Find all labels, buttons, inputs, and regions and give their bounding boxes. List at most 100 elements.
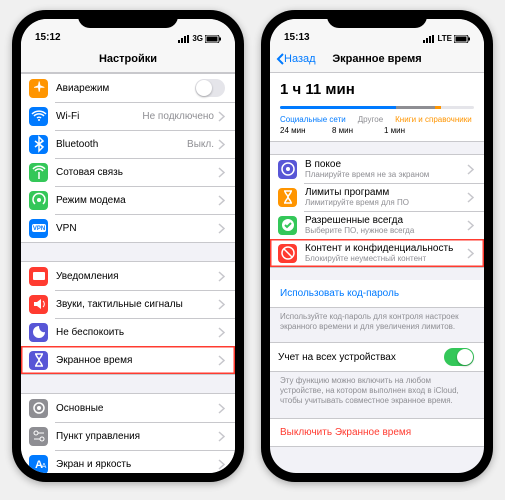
row-value: Не подключено bbox=[142, 111, 214, 122]
signal-icon bbox=[178, 35, 190, 43]
back-button[interactable]: Назад bbox=[276, 53, 316, 65]
use-passcode-link[interactable]: Использовать код-пароль bbox=[270, 280, 484, 308]
chevron-right-icon bbox=[467, 192, 474, 203]
status-time: 15:12 bbox=[35, 32, 61, 43]
row-subtitle: Блокируйте неуместный контент bbox=[305, 254, 467, 263]
share-across-devices-row[interactable]: Учет на всех устройствах bbox=[270, 343, 484, 371]
settings-row[interactable]: Разрешенные всегдаВыберите ПО, нужное вс… bbox=[270, 211, 484, 239]
settings-row[interactable]: Не беспокоить bbox=[21, 318, 235, 346]
row-title: В покое bbox=[305, 159, 467, 170]
passcode-hint: Используйте код-пароль для контроля наст… bbox=[270, 308, 484, 338]
settings-group: Уведомления Звуки, тактильные сигналы Не… bbox=[21, 261, 235, 375]
settings-row[interactable]: Основные bbox=[21, 394, 235, 422]
row-title: Экранное время bbox=[56, 355, 218, 366]
chevron-right-icon bbox=[218, 271, 225, 282]
svg-text:A: A bbox=[41, 463, 46, 470]
nav-header: Назад Экранное время bbox=[270, 45, 484, 73]
share-toggle[interactable] bbox=[444, 348, 474, 366]
legend-label: Другое bbox=[358, 115, 383, 124]
status-right: 3G bbox=[178, 34, 221, 43]
airplane-icon bbox=[29, 79, 48, 98]
settings-row[interactable]: В покоеПланируйте время не за экраном bbox=[270, 155, 484, 183]
status-time: 15:13 bbox=[284, 32, 310, 43]
row-subtitle: Лимитируйте время для ПО bbox=[305, 198, 467, 207]
status-net: LTE bbox=[437, 34, 452, 43]
row-subtitle: Выберите ПО, нужное всегда bbox=[305, 226, 467, 235]
usage-segment bbox=[396, 106, 435, 109]
chevron-right-icon bbox=[467, 164, 474, 175]
row-title: Разрешенные всегда bbox=[305, 215, 467, 226]
nav-header: Настройки bbox=[21, 45, 235, 73]
row-title: Авиарежим bbox=[56, 83, 195, 94]
settings-row[interactable]: Wi-Fi Не подключено bbox=[21, 102, 235, 130]
row-title: Уведомления bbox=[56, 271, 218, 282]
chevron-right-icon bbox=[467, 220, 474, 231]
wifi-icon bbox=[29, 107, 48, 126]
svg-text:VPN: VPN bbox=[32, 226, 44, 232]
settings-row[interactable]: Режим модема bbox=[21, 186, 235, 214]
usage-legend: Социальные сети Другое Книги и справочники bbox=[280, 115, 474, 124]
legend-value: 8 мин bbox=[332, 126, 372, 135]
chevron-right-icon bbox=[467, 248, 474, 259]
settings-row[interactable]: Сотовая связь bbox=[21, 158, 235, 186]
legend-label: Социальные сети bbox=[280, 115, 346, 124]
downtime-icon bbox=[278, 160, 297, 179]
settings-row[interactable]: Авиарежим bbox=[21, 74, 235, 102]
settings-row[interactable]: AA Экран и яркость bbox=[21, 450, 235, 473]
chevron-right-icon bbox=[218, 355, 225, 366]
row-title: Пункт управления bbox=[56, 431, 218, 442]
usage-values: 24 мин8 мин1 мин bbox=[280, 126, 474, 135]
settings-row[interactable]: Bluetooth Выкл. bbox=[21, 130, 235, 158]
legend-label: Книги и справочники bbox=[395, 115, 472, 124]
settings-row[interactable]: Экранное время bbox=[21, 346, 235, 374]
chevron-right-icon bbox=[218, 223, 225, 234]
chevron-right-icon bbox=[218, 195, 225, 206]
settings-row[interactable]: Уведомления bbox=[21, 262, 235, 290]
turn-off-link[interactable]: Выключить Экранное время bbox=[270, 418, 484, 447]
display-icon: AA bbox=[29, 455, 48, 474]
general-icon bbox=[29, 399, 48, 418]
ban-icon bbox=[278, 244, 297, 263]
row-title: Звуки, тактильные сигналы bbox=[56, 299, 218, 310]
row-title: Не беспокоить bbox=[56, 327, 218, 338]
check-icon bbox=[278, 216, 297, 235]
notch bbox=[327, 10, 427, 28]
toggle[interactable] bbox=[195, 79, 225, 97]
usage-summary[interactable]: 1 ч 11 мин Социальные сетиДругоеКниги и … bbox=[270, 73, 484, 142]
row-title: Bluetooth bbox=[56, 139, 187, 150]
chevron-right-icon bbox=[218, 459, 225, 470]
row-title: VPN bbox=[56, 223, 218, 234]
settings-row[interactable]: Лимиты программЛимитируйте время для ПО bbox=[270, 183, 484, 211]
settings-group: Авиарежим Wi-Fi Не подключено Bluetooth … bbox=[21, 73, 235, 243]
back-label: Назад bbox=[284, 53, 316, 65]
screentime-content[interactable]: 1 ч 11 мин Социальные сетиДругоеКниги и … bbox=[270, 73, 484, 473]
page-title: Экранное время bbox=[332, 53, 421, 65]
dnd-icon bbox=[29, 323, 48, 342]
settings-row[interactable]: Звуки, тактильные сигналы bbox=[21, 290, 235, 318]
row-title: Лимиты программ bbox=[305, 187, 467, 198]
vpn-icon: VPN bbox=[29, 219, 48, 238]
usage-bar bbox=[280, 106, 474, 109]
settings-row[interactable]: Пункт управления bbox=[21, 422, 235, 450]
legend-value: 24 мин bbox=[280, 126, 320, 135]
hourglass-icon bbox=[278, 188, 297, 207]
row-title: Режим модема bbox=[56, 195, 218, 206]
settings-row[interactable]: VPN VPN bbox=[21, 214, 235, 242]
phone-right: 15:13 LTE Назад Экранное время 1 ч 11 ми… bbox=[261, 10, 493, 482]
status-right: LTE bbox=[423, 34, 470, 43]
row-title: Основные bbox=[56, 403, 218, 414]
settings-group: Основные Пункт управления AA Экран и ярк… bbox=[21, 393, 235, 473]
chevron-right-icon bbox=[218, 327, 225, 338]
usage-segment bbox=[435, 106, 441, 109]
settings-list[interactable]: Авиарежим Wi-Fi Не подключено Bluetooth … bbox=[21, 73, 235, 473]
battery-icon bbox=[454, 35, 470, 43]
sound-icon bbox=[29, 295, 48, 314]
settings-row[interactable]: Контент и конфиденциальностьБлокируйте н… bbox=[270, 239, 484, 267]
share-hint: Эту функцию можно включить на любом устр… bbox=[270, 372, 484, 412]
notif-icon bbox=[29, 267, 48, 286]
cell-icon bbox=[29, 163, 48, 182]
row-title: Wi-Fi bbox=[56, 111, 142, 122]
row-title: Контент и конфиденциальность bbox=[305, 243, 467, 254]
chevron-right-icon bbox=[218, 111, 225, 122]
screentime-options: В покоеПланируйте время не за экраном Ли… bbox=[270, 154, 484, 268]
